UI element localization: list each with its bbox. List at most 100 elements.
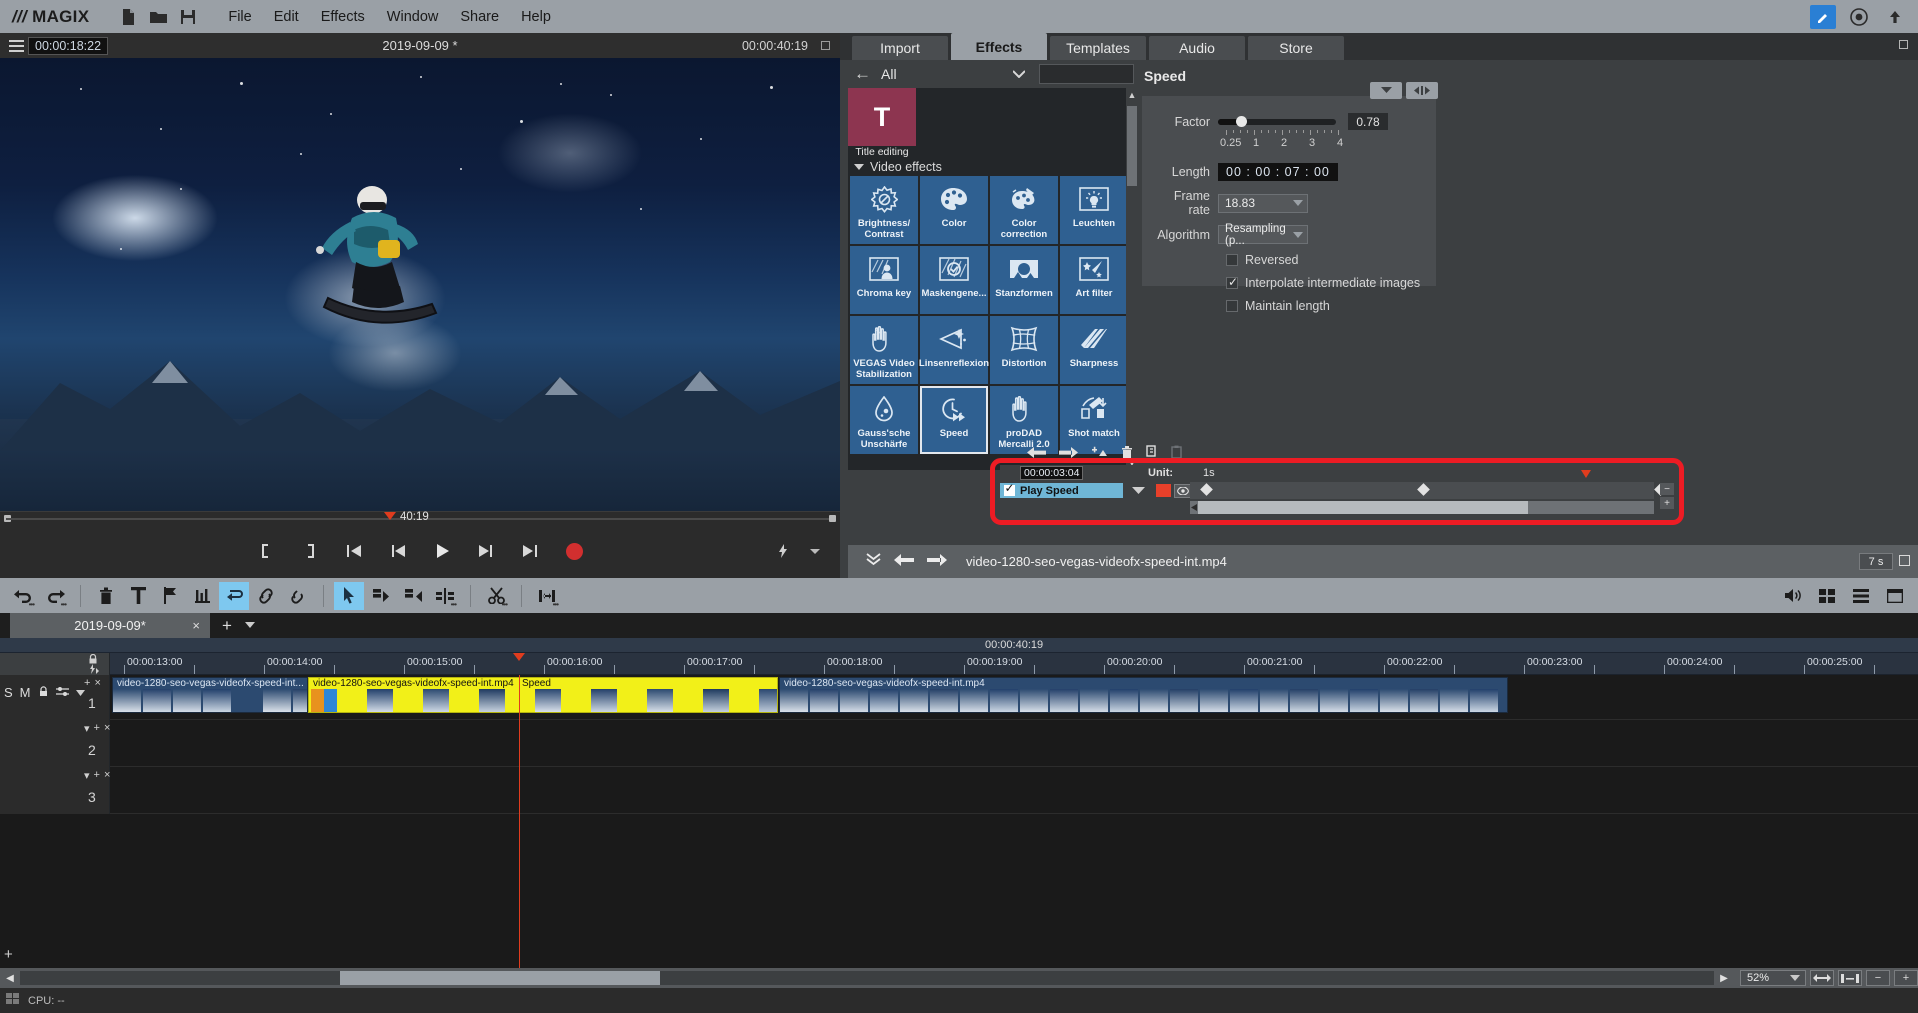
preview-scrubber[interactable]: 40:19 [0, 511, 840, 524]
timeline-clip-speed[interactable]: video-1280-seo-vegas-videofx-speed-int.m… [308, 677, 778, 713]
zoom-out-keyframe-icon[interactable]: − [1660, 483, 1674, 495]
scrollbar-thumb[interactable] [1127, 106, 1137, 186]
new-document-icon[interactable] [113, 5, 143, 29]
effects-scrollbar[interactable]: ▲ ▼ [1126, 88, 1138, 470]
range-icon[interactable]: ••• [532, 582, 562, 610]
play-icon[interactable] [427, 538, 457, 564]
loop-icon[interactable] [219, 581, 249, 610]
zoom-level-select[interactable]: 52% [1740, 970, 1806, 986]
track-header-2[interactable]: ▾ + × 2 [0, 720, 110, 767]
close-track-icon[interactable]: × [104, 722, 110, 735]
lock-icon[interactable] [38, 685, 49, 700]
mark-in-icon[interactable] [251, 538, 281, 564]
close-track-icon[interactable]: × [94, 677, 100, 689]
trim-left-icon[interactable] [366, 582, 396, 610]
keyframe-hscrollbar[interactable] [1190, 501, 1654, 514]
add-track-icon[interactable]: + [94, 769, 100, 782]
hscroll-track[interactable] [20, 971, 1714, 985]
menu-share[interactable]: Share [449, 6, 510, 28]
effect-color-correction[interactable]: Color correction [990, 176, 1058, 244]
frame-rate-input[interactable]: 18.83 [1218, 193, 1308, 213]
effect-chroma-key[interactable]: Chroma key [850, 246, 918, 314]
factor-slider[interactable] [1218, 115, 1336, 127]
fader-icon[interactable] [55, 685, 69, 700]
chevron-down-icon[interactable] [1790, 975, 1800, 981]
clip-duration[interactable]: 7 s [1859, 553, 1893, 570]
marker-flag-icon[interactable] [155, 582, 185, 610]
effect-maskengenerator[interactable]: Maskengene... [920, 246, 988, 314]
keyframe-track[interactable] [1190, 470, 1667, 499]
effect-gaussian-blur[interactable]: Gauss'sche Unschärfe [850, 386, 918, 454]
pen-blue-icon[interactable] [1810, 4, 1836, 29]
zoom-out-icon[interactable]: − [1866, 970, 1890, 986]
redo-icon[interactable]: ••• [40, 582, 70, 610]
tab-store[interactable]: Store [1248, 36, 1344, 60]
grid-view-icon[interactable] [1812, 582, 1842, 610]
add-track-icon[interactable]: + [84, 677, 90, 689]
add-track-icon[interactable]: + [94, 722, 100, 735]
tab-audio[interactable]: Audio [1149, 36, 1245, 60]
menu-effects[interactable]: Effects [310, 6, 376, 28]
tab-import[interactable]: Import [852, 36, 948, 60]
fit-width-icon[interactable] [1810, 970, 1834, 986]
menu-file[interactable]: File [217, 6, 262, 28]
chevron-down-icon[interactable] [245, 622, 255, 628]
timeline-playhead-marker[interactable] [513, 653, 525, 661]
chevron-down-icon[interactable] [1293, 200, 1303, 206]
track-header-3[interactable]: ▾ + × 3 [0, 767, 110, 814]
menu-edit[interactable]: Edit [263, 6, 310, 28]
preview-video-frame[interactable] [0, 58, 840, 511]
preview-options-icon[interactable] [800, 538, 830, 564]
lightning-icon[interactable] [768, 538, 798, 564]
effect-color[interactable]: Color [920, 176, 988, 244]
solo-button[interactable]: S [4, 685, 13, 700]
mark-out-icon[interactable] [295, 538, 325, 564]
timeline-clip[interactable]: video-1280-seo-vegas-videofx-speed-int..… [112, 677, 308, 713]
zoom-in-icon[interactable]: + [1894, 970, 1918, 986]
keyframe-marker[interactable] [1417, 483, 1430, 496]
save-disk-icon[interactable] [173, 5, 203, 29]
menu-window[interactable]: Window [376, 6, 450, 28]
scrub-out-handle[interactable] [829, 515, 836, 522]
keyframe-playhead[interactable] [1581, 470, 1591, 478]
jump-start-icon[interactable] [339, 538, 369, 564]
maintain-length-checkbox-row[interactable]: Maintain length [1226, 299, 1436, 313]
effect-brightness-contrast[interactable]: Brightness/ Contrast [850, 176, 918, 244]
add-project-tab-icon[interactable]: + [222, 616, 232, 636]
upload-icon[interactable] [1882, 5, 1908, 29]
close-icon[interactable]: × [192, 618, 200, 633]
preview-maximize-icon[interactable] [821, 41, 830, 50]
effect-leuchten[interactable]: Leuchten [1060, 176, 1128, 244]
forward-arrow-icon[interactable] [927, 553, 947, 571]
maintain-length-checkbox[interactable] [1226, 300, 1238, 312]
interpolate-checkbox-row[interactable]: Interpolate intermediate images [1226, 275, 1436, 290]
interpolate-checkbox[interactable] [1226, 275, 1239, 289]
category-dropdown[interactable]: All [881, 66, 1031, 82]
factor-value[interactable]: 0.78 [1348, 113, 1388, 130]
speaker-icon[interactable] [1778, 582, 1808, 610]
scroll-left-icon[interactable]: ◀ [0, 969, 20, 987]
trim-right-icon[interactable] [398, 582, 428, 610]
open-folder-icon[interactable] [143, 5, 173, 29]
close-track-icon[interactable]: × [104, 769, 110, 782]
collapse-track-icon[interactable]: ▾ [84, 769, 90, 782]
keyframe-marker[interactable] [1200, 483, 1213, 496]
tab-effects[interactable]: Effects [951, 33, 1047, 60]
undo-icon[interactable]: ••• [8, 582, 38, 610]
effects-search-input[interactable] [1039, 64, 1134, 84]
timeline-ruler[interactable]: 00:00:13:00 00:00:14:00 00:00:15:00 00:0… [0, 653, 1918, 675]
lane-visibility-icon[interactable] [1174, 483, 1191, 498]
collapse-track-icon[interactable]: ▾ [84, 722, 90, 735]
unlink-icon[interactable] [283, 582, 313, 610]
preset-dropdown-button[interactable] [1370, 82, 1402, 99]
chevron-double-down-icon[interactable] [866, 552, 881, 571]
timeline-clip[interactable]: video-1280-seo-vegas-videofx-speed-int.m… [779, 677, 1508, 713]
arrow-select-icon[interactable] [334, 581, 364, 610]
title-text-icon[interactable] [123, 582, 153, 610]
scroll-right-icon[interactable]: ▶ [1714, 969, 1734, 987]
track-header-1[interactable]: S M + × 1 [0, 675, 110, 720]
play-speed-lane[interactable]: Play Speed [1000, 481, 1123, 498]
split-trim-icon[interactable]: ••• [430, 582, 460, 610]
effect-speed[interactable]: Speed [920, 386, 988, 454]
effect-sharpness[interactable]: Sharpness [1060, 316, 1128, 384]
